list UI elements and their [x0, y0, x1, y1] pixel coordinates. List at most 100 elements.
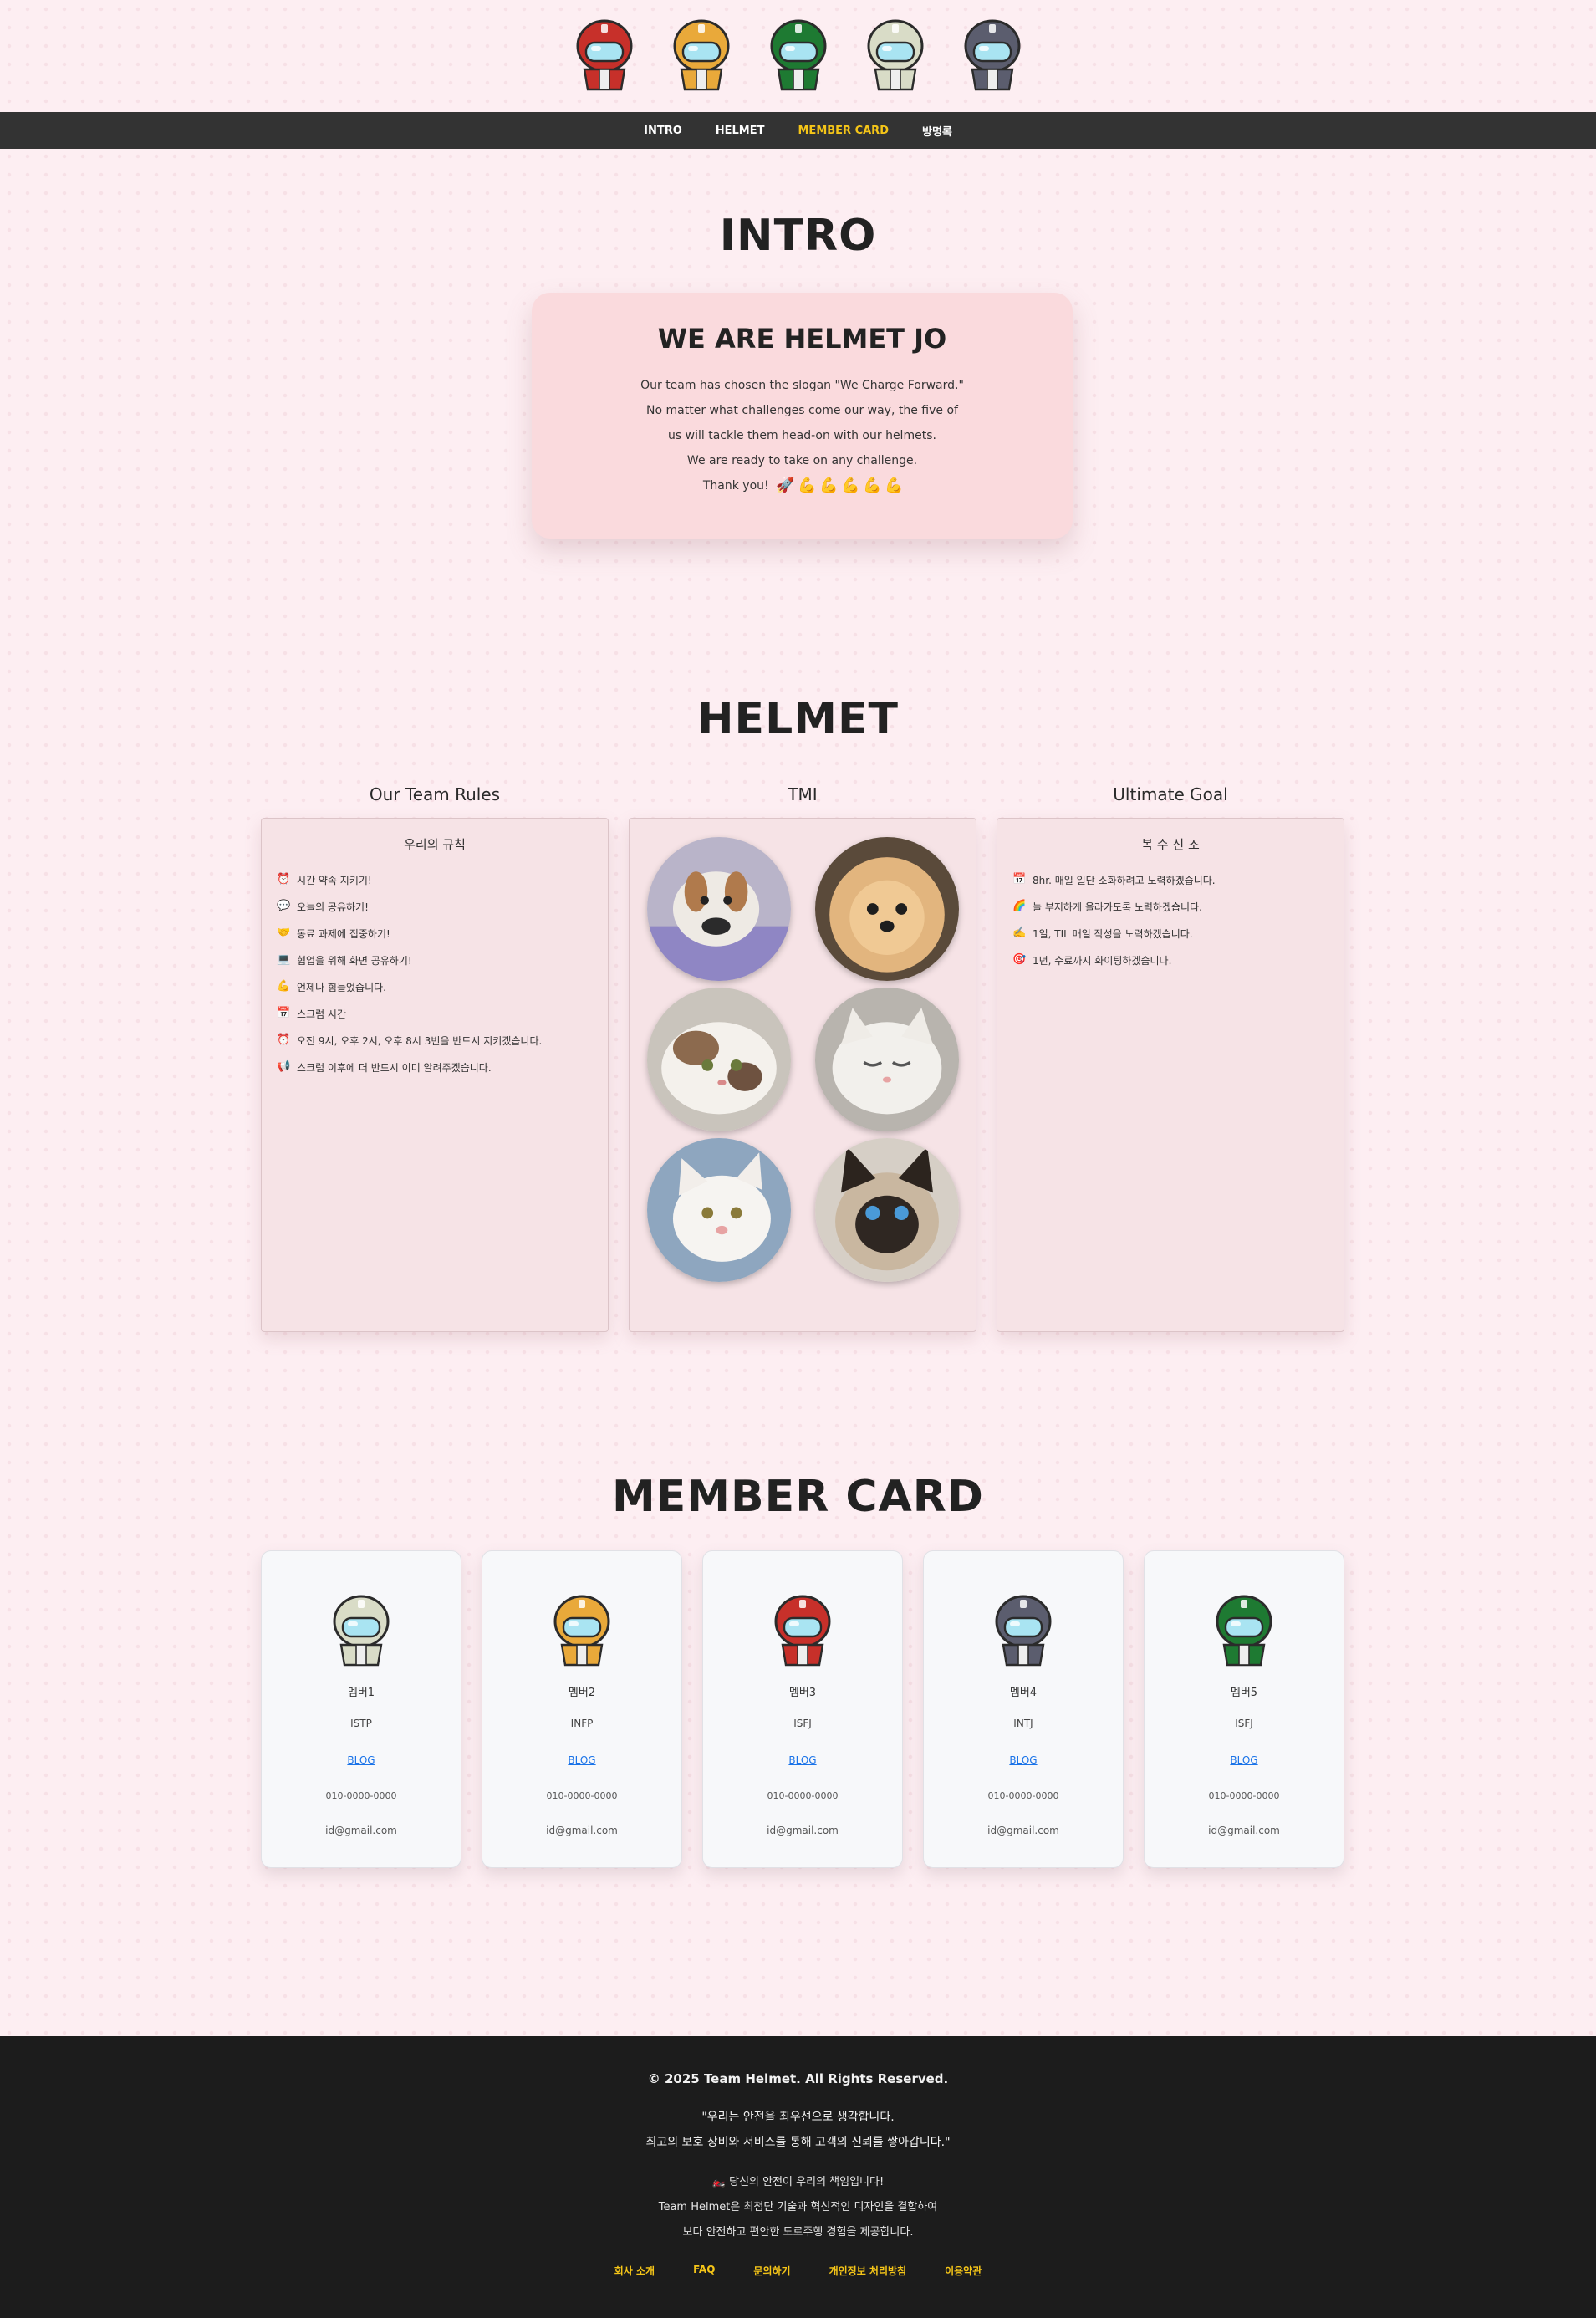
- megaphone-icon: 📢: [277, 1060, 291, 1073]
- rule-text: 오늘의 공유하기!: [297, 901, 369, 913]
- goal-panel: 복 수 신 조 📅 8hr. 매일 일단 소화하려고 노력하겠습니다. 🌈 늘 부지…: [997, 818, 1344, 1332]
- flexed-arm-icon: 💪: [885, 477, 904, 494]
- member-blog-link[interactable]: BLOG: [347, 1754, 375, 1766]
- member-card: 멤버4 INTJ BLOG 010-0000-0000 id@gmail.com: [923, 1550, 1124, 1868]
- goal-text: 늘 부지하게 올라가도록 노력하겠습니다.: [1033, 901, 1202, 913]
- goal-column-title: Ultimate Goal: [1113, 784, 1228, 804]
- goal-text: 1일, TIL 매일 작성을 노력하겠습니다.: [1033, 927, 1193, 940]
- member-name: 멤버5: [1230, 1687, 1258, 1699]
- footer-link-terms[interactable]: 이용약관: [945, 2264, 982, 2278]
- motorcycle-icon: 🏍️: [711, 2176, 726, 2188]
- goal-item: 🎯 1년, 수료까지 화이팅하겠습니다.: [1012, 947, 1344, 973]
- calendar-icon: 📅: [1012, 873, 1027, 886]
- rule-item: ⏰ 오전 9시, 오후 2시, 오후 8시 3번을 반드시 지키겠습니다.: [277, 1027, 608, 1054]
- rocket-icon: 🚀: [776, 477, 795, 494]
- member-blog-link[interactable]: BLOG: [1230, 1754, 1257, 1766]
- intro-line: We are ready to take on any challenge.: [686, 454, 918, 467]
- member-mbti: ISTP: [350, 1718, 372, 1729]
- nav-member-card[interactable]: MEMBER CARD: [798, 125, 889, 137]
- rule-text: 스크럼 시간: [297, 1008, 347, 1020]
- footer-mission-line: Team Helmet은 최첨단 기술과 혁신적인 디자인을 결합하여: [658, 2201, 938, 2213]
- member-email: id@gmail.com: [325, 1825, 397, 1836]
- footer-mission-line: 보다 안전하고 편안한 도로주행 경험을 제공합니다.: [682, 2226, 914, 2239]
- nav-helmet[interactable]: HELMET: [716, 125, 765, 137]
- writing-hand-icon: ✍️: [1012, 927, 1027, 939]
- rules-list: ⏰ 시간 약속 지키기! 💬 오늘의 공유하기! 🤝 동료 과제에 집중하기! 💻 협업…: [262, 866, 608, 1080]
- flexed-arm-icon: 💪: [798, 477, 817, 494]
- flexed-arm-icon: 💪: [277, 980, 291, 993]
- member-blog-link[interactable]: BLOG: [788, 1754, 816, 1766]
- member-name: 멤버3: [788, 1687, 817, 1699]
- goal-list: 📅 8hr. 매일 일단 소화하려고 노력하겠습니다. 🌈 늘 부지하게 올라가도록…: [997, 866, 1344, 973]
- dog-photo: [646, 837, 791, 981]
- siamese-cat-photo: [814, 1138, 959, 1282]
- footer-mission: 🏍️ 당신의 안전이 우리의 책임입니다! Team Helmet은 최첨단 기…: [0, 2170, 1596, 2245]
- rules-panel: 우리의 규칙 ⏰ 시간 약속 지키기! 💬 오늘의 공유하기! 🤝 동료 과제에 집중…: [261, 818, 609, 1332]
- footer-link-faq[interactable]: FAQ: [693, 2264, 715, 2278]
- yellow-helmet-icon[interactable]: [671, 19, 732, 93]
- alarm-clock-icon: ⏰: [277, 873, 291, 886]
- rainbow-icon: 🌈: [1012, 900, 1027, 912]
- main-nav: INTRO HELMET MEMBER CARD 방명록: [0, 112, 1596, 149]
- slate-helmet-icon[interactable]: [962, 19, 1022, 93]
- goal-heading: 복 수 신 조: [1141, 837, 1200, 852]
- member-blog-link[interactable]: BLOG: [568, 1754, 595, 1766]
- goal-item: 🌈 늘 부지하게 올라가도록 노력하겠습니다.: [1012, 893, 1344, 920]
- intro-line: us will tackle them head-on with our hel…: [668, 429, 936, 442]
- nav-guestbook[interactable]: 방명록: [922, 123, 952, 139]
- red-helmet-icon[interactable]: [574, 19, 635, 93]
- rule-item: 💬 오늘의 공유하기!: [277, 893, 608, 920]
- tmi-photo-grid: [630, 819, 976, 1300]
- rule-text: 스크럼 이후에 더 반드시 이미 알려주겠습니다.: [297, 1061, 492, 1074]
- handshake-icon: 🤝: [277, 927, 291, 939]
- white-kitten-photo: [646, 1138, 791, 1282]
- target-icon: 🎯: [1012, 953, 1027, 966]
- red-helmet-icon: [773, 1595, 833, 1668]
- tmi-panel: [629, 818, 976, 1332]
- site-header: INTRO HELMET MEMBER CARD 방명록: [0, 0, 1596, 149]
- member-email: id@gmail.com: [987, 1825, 1059, 1836]
- calico-cat-photo: [646, 988, 791, 1131]
- helmet-logo-row: [0, 0, 1596, 112]
- intro-heading: WE ARE HELMET JO: [657, 323, 947, 355]
- member-name: 멤버1: [347, 1687, 375, 1699]
- footer-link-about[interactable]: 회사 소개: [614, 2264, 655, 2278]
- member-email: id@gmail.com: [546, 1825, 618, 1836]
- member-blog-link[interactable]: BLOG: [1009, 1754, 1037, 1766]
- footer-link-privacy[interactable]: 개인정보 처리방침: [829, 2264, 907, 2278]
- goal-item: ✍️ 1일, TIL 매일 작성을 노력하겠습니다.: [1012, 920, 1344, 947]
- member-phone: 010-0000-0000: [1208, 1790, 1280, 1801]
- tmi-column-title: TMI: [788, 784, 818, 804]
- white-cat-photo: [814, 988, 959, 1131]
- footer-quote: "우리는 안전을 최우선으로 생각합니다. 최고의 보호 장비와 서비스를 통해…: [0, 2105, 1596, 2155]
- member-card: 멤버5 ISFJ BLOG 010-0000-0000 id@gmail.com: [1144, 1550, 1344, 1868]
- member-email: id@gmail.com: [1208, 1825, 1280, 1836]
- nav-intro[interactable]: INTRO: [644, 125, 682, 137]
- footer-mission-line: 🏍️ 당신의 안전이 우리의 책임입니다!: [0, 2170, 1596, 2195]
- member-name: 멤버2: [568, 1687, 596, 1699]
- yellow-helmet-icon: [552, 1595, 612, 1668]
- cream-helmet-icon[interactable]: [865, 19, 925, 93]
- member-phone: 010-0000-0000: [325, 1790, 397, 1801]
- member-card-title: MEMBER CARD: [612, 1472, 984, 1522]
- rule-item: 📅 스크럼 시간: [277, 1000, 608, 1027]
- rule-text: 오전 9시, 오후 2시, 오후 8시 3번을 반드시 지키겠습니다.: [297, 1034, 543, 1047]
- rule-text: 동료 과제에 집중하기!: [297, 927, 390, 940]
- green-helmet-icon[interactable]: [768, 19, 829, 93]
- footer-link-contact[interactable]: 문의하기: [753, 2264, 790, 2278]
- flexed-arm-icon: 💪: [819, 477, 839, 494]
- rule-text: 언제나 힘들었습니다.: [297, 981, 386, 993]
- intro-thanks: Thank you!: [702, 479, 769, 493]
- cream-helmet-icon: [331, 1595, 391, 1668]
- member-phone: 010-0000-0000: [767, 1790, 839, 1801]
- footer-mission-text: 당신의 안전이 우리의 책임입니다!: [729, 2176, 885, 2188]
- rule-text: 시간 약속 지키기!: [297, 874, 372, 886]
- member-mbti: INFP: [570, 1718, 594, 1729]
- member-card: 멤버3 ISFJ BLOG 010-0000-0000 id@gmail.com: [702, 1550, 903, 1868]
- goal-text: 8hr. 매일 일단 소화하려고 노력하겠습니다.: [1033, 874, 1216, 886]
- rule-item: 💪 언제나 힘들었습니다.: [277, 973, 608, 1000]
- rule-item: 📢 스크럼 이후에 더 반드시 이미 알려주겠습니다.: [277, 1054, 608, 1080]
- goal-item: 📅 8hr. 매일 일단 소화하려고 노력하겠습니다.: [1012, 866, 1344, 893]
- rule-item: ⏰ 시간 약속 지키기!: [277, 866, 608, 893]
- member-card: 멤버2 INFP BLOG 010-0000-0000 id@gmail.com: [482, 1550, 682, 1868]
